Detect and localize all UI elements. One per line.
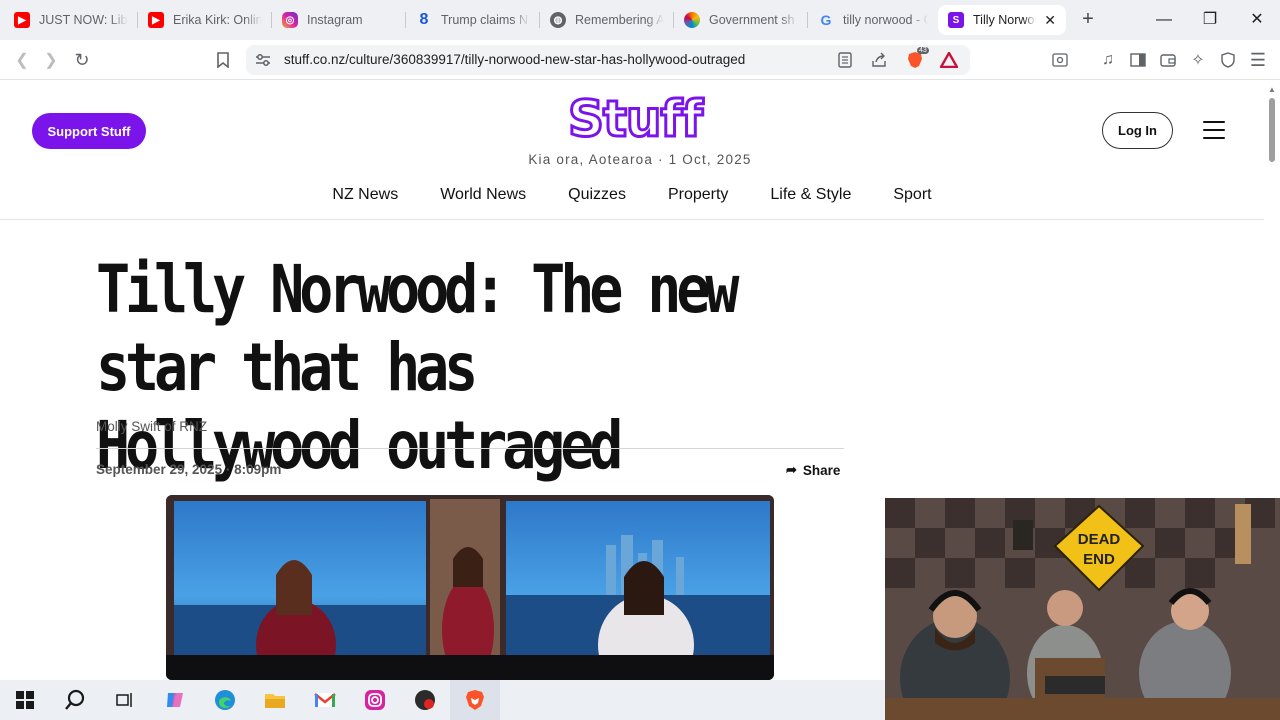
article-byline[interactable]: Molly Swift of RNZ: [96, 419, 207, 434]
tab-1[interactable]: ▶ JUST NOW: Libe: [4, 5, 138, 35]
instagram-app-icon[interactable]: [350, 680, 400, 720]
main-nav: NZ News World News Quizzes Property Life…: [0, 180, 1264, 220]
stuff-icon: S: [948, 12, 964, 28]
video-overlay[interactable]: DEAD END: [885, 498, 1280, 720]
leo-ai-icon[interactable]: ✧: [1187, 49, 1209, 71]
share-arrow-icon: ➦: [786, 462, 797, 477]
nbc-peacock-icon: [684, 12, 700, 28]
restore-button[interactable]: ❐: [1187, 7, 1233, 33]
instagram-icon: ◎: [282, 12, 298, 28]
windows-start-icon[interactable]: [0, 680, 50, 720]
newshub-icon: 8: [419, 11, 429, 28]
forward-button[interactable]: ❯: [40, 49, 62, 71]
wallet-icon[interactable]: [1157, 49, 1179, 71]
article-image[interactable]: [166, 495, 774, 680]
menu-icon[interactable]: ☰: [1247, 49, 1269, 71]
windows-taskbar: [0, 680, 885, 720]
article-headline: Tilly Norwood: The new star that has Hol…: [96, 251, 739, 484]
article-date: September 29, 2025 · 8:09pm: [96, 462, 282, 477]
greeting-date: Kia ora, Aotearoa · 1 Oct, 2025: [528, 152, 752, 167]
copilot-icon[interactable]: [150, 680, 200, 720]
browser-toolbar: ❮ ❯ ↻ stuff.co.nz/culture/360839917/till…: [0, 40, 1280, 80]
site-settings-icon[interactable]: [254, 51, 272, 69]
nav-nz-news[interactable]: NZ News: [311, 180, 419, 210]
youtube-icon: ▶: [14, 12, 30, 28]
divider: [96, 448, 844, 449]
recording-app-icon[interactable]: [400, 680, 450, 720]
search-icon[interactable]: [50, 680, 100, 720]
nav-world-news[interactable]: World News: [419, 180, 547, 210]
vpn-icon[interactable]: [1217, 49, 1239, 71]
shield-count-badge: 43: [917, 47, 929, 54]
nav-life-style[interactable]: Life & Style: [749, 180, 872, 210]
gmail-icon[interactable]: [300, 680, 350, 720]
stuff-logo[interactable]: Stuff: [567, 92, 705, 147]
login-button[interactable]: Log In: [1102, 112, 1173, 149]
reader-mode-icon[interactable]: [836, 51, 854, 69]
share-label: Share: [802, 462, 841, 478]
news-studio-photo: [166, 495, 774, 680]
nav-quizzes[interactable]: Quizzes: [547, 180, 647, 210]
search-tabs-icon[interactable]: [1049, 49, 1071, 71]
hamburger-menu-icon[interactable]: [1203, 121, 1225, 139]
back-button[interactable]: ❮: [11, 49, 33, 71]
share-button[interactable]: ➦ Share: [786, 462, 840, 478]
dead-end-sign-line2: END: [1083, 551, 1115, 568]
tab-4[interactable]: 8 Trump claims N: [406, 5, 540, 35]
support-stuff-button[interactable]: Support Stuff: [32, 113, 146, 149]
tab-5[interactable]: ◍ Remembering A: [540, 5, 674, 35]
close-window-button[interactable]: ✕: [1234, 7, 1280, 33]
tab-7[interactable]: G tilly norwood - G: [808, 5, 938, 35]
nav-sport[interactable]: Sport: [872, 180, 952, 210]
share-page-icon[interactable]: [870, 51, 888, 69]
brave-browser-icon[interactable]: [450, 680, 500, 720]
close-tab-icon[interactable]: ✕: [1044, 12, 1056, 29]
tab-3[interactable]: ◎ Instagram: [272, 5, 406, 35]
podcast-video-frame: DEAD END: [885, 498, 1280, 720]
edge-icon[interactable]: [200, 680, 250, 720]
scroll-thumb[interactable]: [1269, 98, 1275, 162]
bookmark-icon[interactable]: [212, 49, 234, 71]
scroll-up-icon[interactable]: ▲: [1268, 85, 1276, 94]
tab-6[interactable]: Government sh: [674, 5, 808, 35]
minimize-button[interactable]: —: [1141, 7, 1187, 33]
new-tab-button[interactable]: +: [1078, 8, 1098, 32]
file-explorer-icon[interactable]: [250, 680, 300, 720]
dead-end-sign-line1: DEAD: [1078, 531, 1121, 548]
media-icon[interactable]: ♫: [1097, 49, 1119, 71]
brave-rewards-icon[interactable]: [940, 51, 958, 69]
address-bar[interactable]: stuff.co.nz/culture/360839917/tilly-norw…: [246, 45, 970, 75]
google-icon: G: [820, 12, 832, 28]
nav-property[interactable]: Property: [647, 180, 749, 210]
globe-icon: ◍: [550, 12, 566, 28]
tab-2[interactable]: ▶ Erika Kirk: Onlin: [138, 5, 272, 35]
url-text[interactable]: stuff.co.nz/culture/360839917/tilly-norw…: [284, 52, 745, 67]
tab-strip: ▶ JUST NOW: Libe ▶ Erika Kirk: Onlin ◎ I…: [0, 0, 1280, 40]
tab-active[interactable]: S Tilly Norwood ✕: [938, 5, 1066, 35]
sidebar-icon[interactable]: [1127, 49, 1149, 71]
task-view-icon[interactable]: [100, 680, 150, 720]
youtube-icon: ▶: [148, 12, 164, 28]
reload-button[interactable]: ↻: [71, 49, 93, 71]
